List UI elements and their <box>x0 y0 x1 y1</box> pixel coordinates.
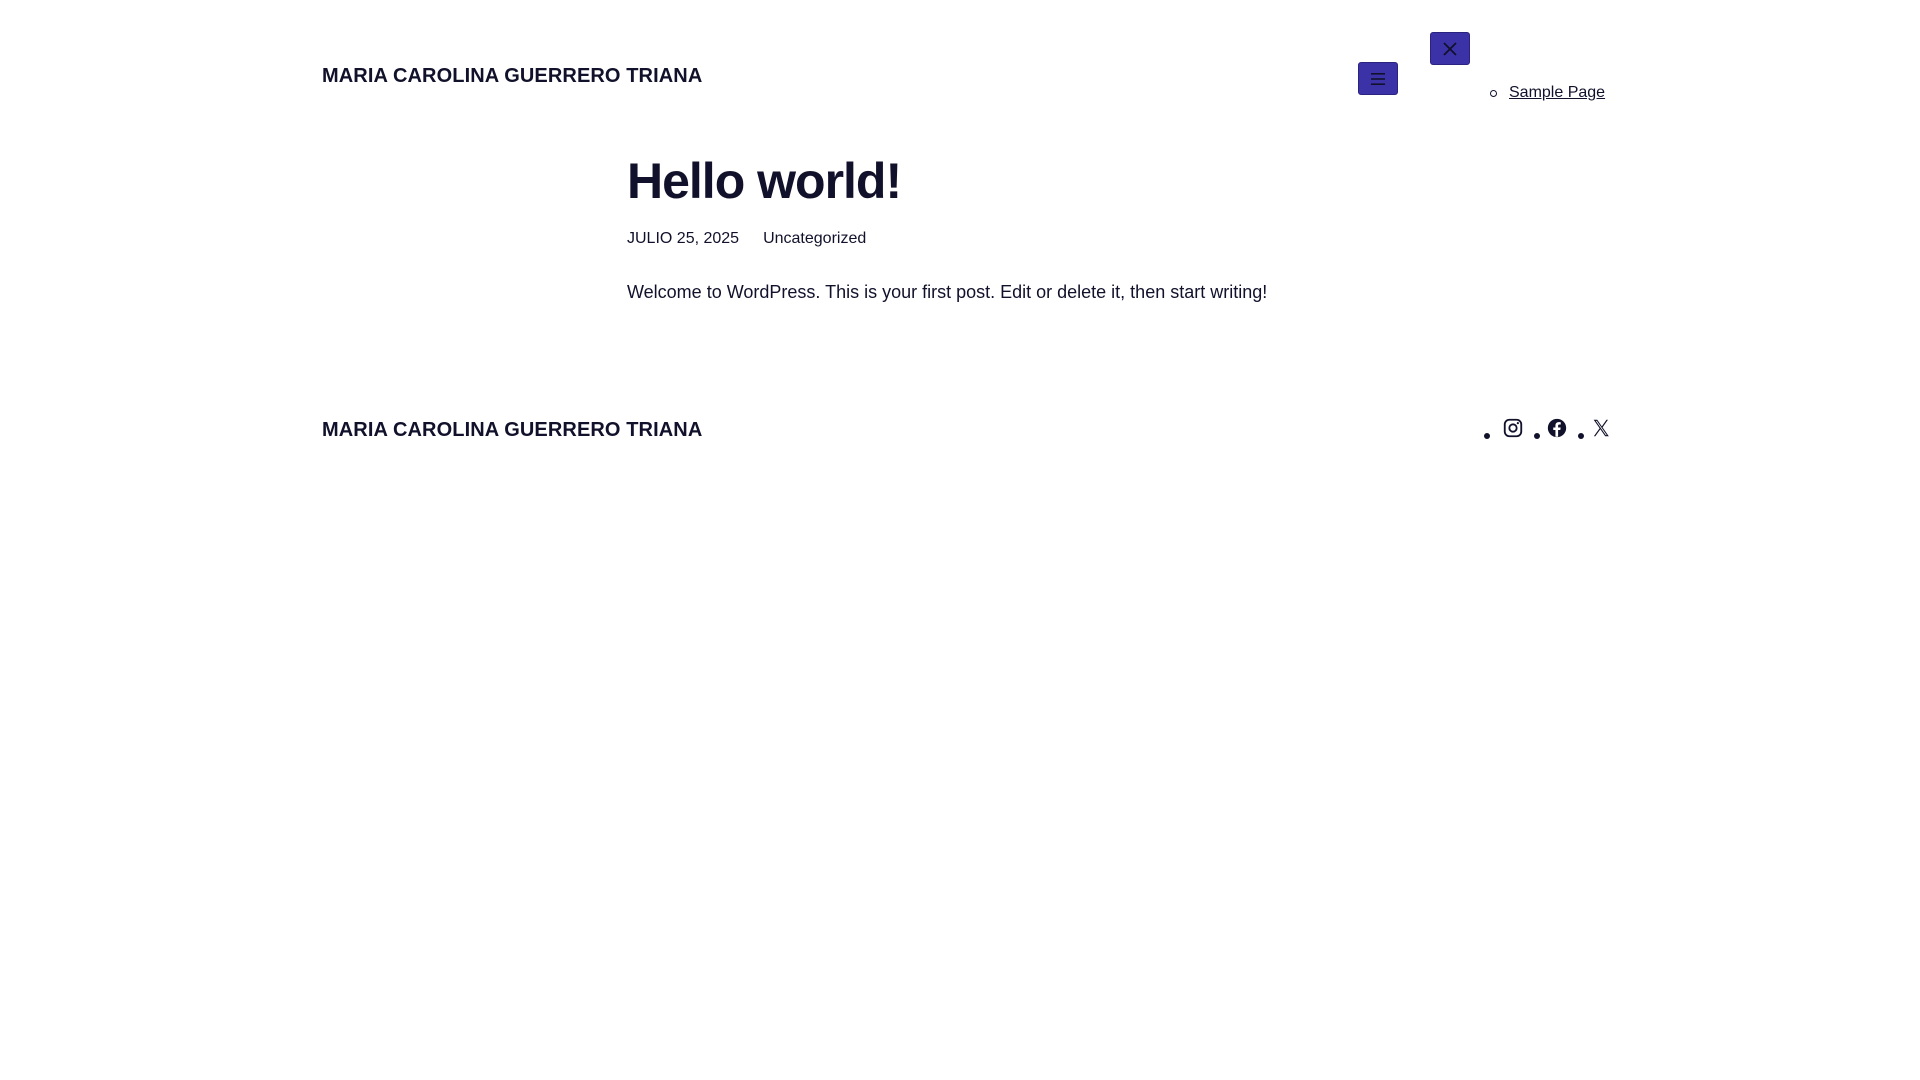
footer-site-title[interactable]: MARIA CAROLINA GUERRERO TRIANA <box>322 419 702 442</box>
instagram-icon[interactable] <box>1502 417 1524 439</box>
social-links <box>1484 417 1622 439</box>
nav-item-sample-page: Sample Page <box>1490 84 1605 102</box>
x-icon[interactable] <box>1590 417 1612 439</box>
list-bullet <box>1490 89 1497 97</box>
list-bullet <box>1484 433 1490 439</box>
close-menu-button[interactable] <box>1430 32 1470 65</box>
social-item-facebook <box>1534 417 1578 439</box>
post-title[interactable]: Hello world! <box>627 152 902 210</box>
navigation-menu: Sample Page <box>1490 84 1605 102</box>
hamburger-icon <box>1371 72 1385 85</box>
nav-link-sample-page[interactable]: Sample Page <box>1509 84 1605 102</box>
open-menu-button[interactable] <box>1358 62 1398 95</box>
facebook-icon[interactable] <box>1546 417 1568 439</box>
social-item-instagram <box>1484 417 1534 439</box>
post-date[interactable]: JULIO 25, 2025 <box>627 230 739 248</box>
close-icon <box>1443 41 1457 56</box>
list-bullet <box>1578 433 1584 439</box>
list-bullet <box>1534 433 1540 439</box>
post-category-link[interactable]: Uncategorized <box>763 230 866 248</box>
social-item-x <box>1578 417 1622 439</box>
site-title[interactable]: MARIA CAROLINA GUERRERO TRIANA <box>322 65 702 88</box>
post-meta: JULIO 25, 2025 Uncategorized <box>627 230 866 248</box>
post-content: Welcome to WordPress. This is your first… <box>627 282 1268 302</box>
